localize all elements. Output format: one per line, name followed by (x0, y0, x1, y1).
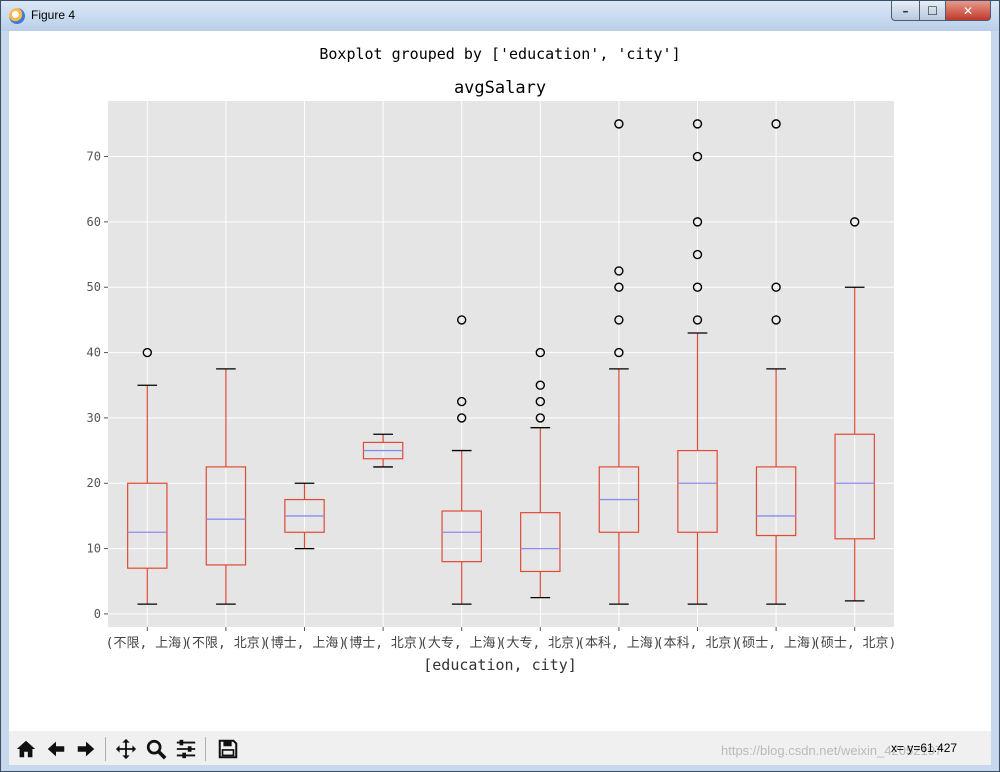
sliders-icon (176, 739, 196, 759)
move-icon (115, 738, 137, 760)
x-tick-label: (硕士, 北京) (813, 636, 896, 651)
toolbar-separator (205, 737, 206, 761)
navigation-toolbar: https://blog.csdn.net/weixin_42052197 x=… (9, 731, 991, 765)
x-tick-label: (不限, 北京) (184, 636, 267, 651)
y-tick-label: 70 (87, 150, 101, 164)
arrow-left-icon (47, 741, 65, 757)
zoom-button[interactable] (142, 735, 170, 763)
back-button[interactable] (42, 735, 70, 763)
window-title: Figure 4 (31, 8, 76, 22)
boxplot-chart: Boxplot grouped by ['education', 'city']… (87, 45, 897, 674)
y-tick-labels: 0 10 20 30 40 50 60 70 (87, 150, 108, 621)
x-tick-label: (大专, 上海) (420, 636, 503, 651)
y-tick-label: 30 (87, 411, 101, 425)
y-tick-label: 20 (87, 476, 101, 490)
x-axis-label: [education, city] (423, 656, 577, 674)
magnifier-icon (146, 739, 167, 760)
y-tick-label: 40 (87, 346, 101, 360)
pan-button[interactable] (112, 735, 140, 763)
maximize-button[interactable]: ☐ (919, 1, 946, 21)
x-tick-label: (博士, 上海) (263, 636, 346, 651)
close-button[interactable]: ✕ (945, 1, 991, 21)
axes-title: avgSalary (454, 78, 546, 98)
floppy-icon (218, 739, 238, 759)
x-tick-label: (不限, 上海) (106, 636, 189, 651)
arrow-right-icon (77, 741, 95, 757)
subplots-button[interactable] (172, 735, 200, 763)
x-tick-label: (本科, 北京) (656, 636, 739, 651)
y-tick-label: 60 (87, 215, 101, 229)
x-tick-label: (博士, 北京) (341, 636, 424, 651)
home-icon (16, 740, 36, 758)
save-button[interactable] (214, 735, 242, 763)
toolbar-separator (105, 737, 106, 761)
x-tick-label: (本科, 上海) (577, 636, 660, 651)
y-tick-label: 50 (87, 280, 101, 294)
x-tick-label: (硕士, 上海) (734, 636, 817, 651)
app-icon (9, 8, 25, 24)
cursor-coordinates: x= y=61.427 (891, 741, 958, 755)
minimize-button[interactable]: – (891, 1, 920, 21)
y-tick-label: 10 (87, 542, 101, 556)
title-bar[interactable]: Figure 4 – ☐ ✕ (1, 1, 999, 31)
y-tick-label: 0 (94, 607, 101, 621)
figure-canvas[interactable]: Boxplot grouped by ['education', 'city']… (9, 31, 991, 731)
figure-window: Figure 4 – ☐ ✕ Boxplot grouped by ['educ… (0, 0, 1000, 772)
x-tick-label: (大专, 北京) (499, 636, 582, 651)
x-tick-labels: (不限, 上海)(不限, 北京)(博士, 上海)(博士, 北京)(大专, 上海)… (106, 627, 896, 651)
forward-button[interactable] (72, 735, 100, 763)
figure-suptitle: Boxplot grouped by ['education', 'city'] (319, 45, 680, 63)
home-button[interactable] (12, 735, 40, 763)
